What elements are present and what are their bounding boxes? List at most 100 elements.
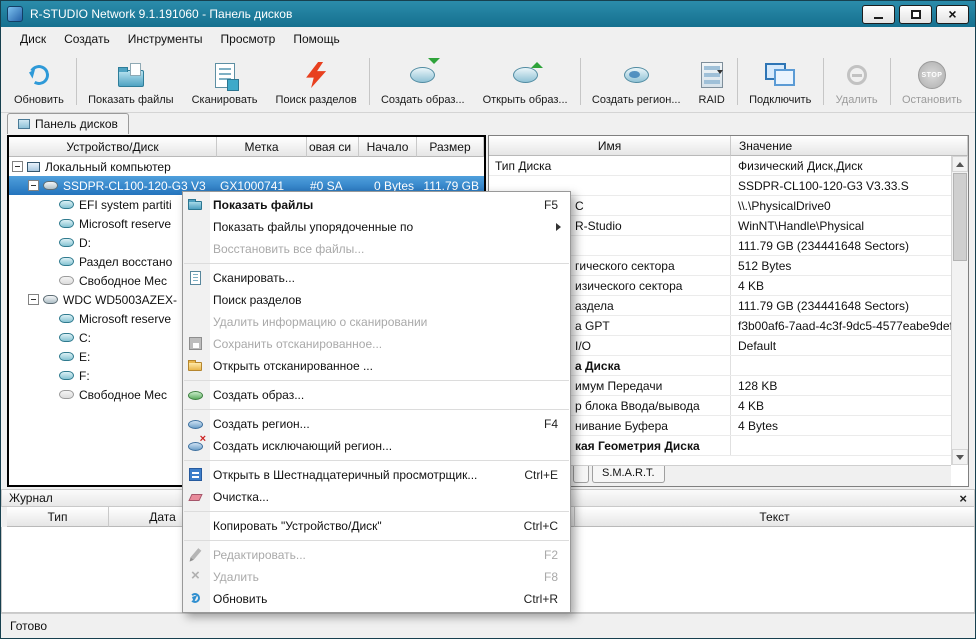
app-window: R-STUDIO Network 9.1.191060 - Панель дис…	[0, 0, 976, 639]
toolbar-button-search-partitions[interactable]: Поиск разделов	[268, 53, 365, 110]
connect-icon	[765, 63, 796, 87]
toolbar-button-connect[interactable]: Подключить	[741, 53, 819, 110]
scrollbar-thumb[interactable]	[953, 173, 967, 261]
menu-item-show-files[interactable]: Показать файлы F5	[183, 194, 570, 216]
column-header-type[interactable]: Тип	[7, 507, 109, 527]
toolbar-button-delete: Удалить	[828, 53, 886, 110]
column-header-device[interactable]: Устройство/Диск	[9, 137, 217, 157]
log-title: Журнал	[9, 491, 53, 505]
menu-item-delete: Удалить F8	[213, 570, 558, 584]
tree-row-local-computer[interactable]: Локальный компьютер	[9, 157, 484, 176]
toolbar-label: Сканировать	[191, 94, 258, 106]
partition-icon	[59, 371, 74, 380]
menu-help[interactable]: Помощь	[284, 29, 348, 49]
computer-icon	[27, 161, 40, 172]
menu-item-scan[interactable]: Сканировать...	[183, 267, 570, 289]
column-header-start[interactable]: Начало	[359, 137, 417, 157]
toolbar-button-raid[interactable]: RAID	[691, 53, 733, 110]
menu-item-search-partitions[interactable]: Поиск разделов	[183, 289, 570, 311]
search-partitions-icon	[306, 62, 327, 88]
menu-separator	[184, 511, 569, 512]
toolbar-button-refresh[interactable]: Обновить	[6, 53, 72, 110]
menu-create[interactable]: Создать	[55, 29, 119, 49]
toolbar-label: Поиск разделов	[275, 94, 357, 106]
menu-item-copy-device[interactable]: Копировать "Устройство/Диск" Ctrl+C	[183, 515, 570, 537]
toolbar-button-create-region[interactable]: Создать регион...	[584, 53, 689, 110]
column-header-value[interactable]: Значение	[731, 136, 968, 156]
menu-item-create-region[interactable]: Создать регион... F4	[183, 413, 570, 435]
open-folder-icon	[188, 360, 202, 371]
minimize-button[interactable]	[862, 4, 895, 24]
scroll-up-icon	[956, 161, 964, 167]
partition-icon	[59, 200, 74, 209]
raid-icon	[700, 62, 723, 88]
close-button[interactable]	[936, 4, 969, 24]
column-header-text[interactable]: Текст	[575, 507, 975, 527]
maximize-icon	[910, 9, 921, 19]
toolbar-button-open-image[interactable]: Открыть образ...	[475, 53, 576, 110]
toolbar-button-show-files[interactable]: Показать файлы	[80, 53, 181, 110]
menu-item-erase[interactable]: Очистка...	[183, 486, 570, 508]
prop-row-disk-type: Тип Диска Физический Диск,Диск	[489, 156, 968, 176]
collapse-expander-icon[interactable]	[28, 294, 39, 305]
collapse-expander-icon[interactable]	[12, 161, 23, 172]
toolbar-button-create-image[interactable]: Создать образ...	[373, 53, 473, 110]
menu-item-open-scan-info[interactable]: Открыть отсканированное ...	[183, 355, 570, 377]
status-bar: Готово	[1, 613, 975, 638]
collapse-expander-icon[interactable]	[28, 180, 39, 191]
device-label: Microsoft reserve	[79, 216, 172, 231]
menu-item-create-exclusive-region[interactable]: Создать исключающий регион...	[183, 433, 570, 457]
free-space-icon	[59, 276, 74, 285]
context-menu: Показать файлы F5 Показать файлы упорядо…	[182, 191, 571, 613]
eraser-icon	[188, 494, 203, 501]
menu-tools[interactable]: Инструменты	[119, 29, 212, 49]
create-region-icon	[623, 67, 649, 83]
column-header-filesystem[interactable]: овая си	[307, 137, 359, 157]
toolbar-label: Удалить	[835, 94, 878, 106]
scroll-up-button[interactable]	[952, 156, 968, 172]
tab-properties[interactable]	[573, 466, 589, 483]
toolbar-button-scan[interactable]: Сканировать	[184, 53, 266, 110]
partition-icon	[59, 238, 74, 247]
menu-item-create-image[interactable]: Создать образ...	[183, 384, 570, 406]
maximize-button[interactable]	[899, 4, 932, 24]
properties-header: Имя Значение	[489, 136, 968, 156]
disk-icon	[43, 295, 58, 304]
partition-icon	[59, 314, 74, 323]
device-label: Раздел восстано	[79, 254, 173, 269]
disk-panel-icon	[18, 119, 30, 129]
partition-icon	[59, 257, 74, 266]
device-label: Локальный компьютер	[45, 159, 171, 174]
device-label: Свободное Мес	[79, 387, 167, 402]
refresh-icon	[26, 62, 52, 88]
menu-item-open-hex-viewer[interactable]: Открыть в Шестнадцатеричный просмотрщик.…	[183, 464, 570, 486]
device-label: WDC WD5003AZEX-	[63, 292, 178, 307]
column-header-size[interactable]: Размер	[417, 137, 484, 157]
column-header-label[interactable]: Метка	[217, 137, 307, 157]
scroll-down-button[interactable]	[952, 449, 968, 465]
toolbar-label: RAID	[698, 94, 725, 106]
vertical-scrollbar[interactable]	[951, 156, 968, 465]
raid-dropdown-arrow-icon[interactable]	[716, 70, 723, 74]
device-label: Свободное Мес	[79, 273, 167, 288]
device-label: D:	[79, 235, 91, 250]
column-header-name[interactable]: Имя	[489, 136, 731, 156]
menu-item-refresh[interactable]: Обновить Ctrl+R	[183, 588, 570, 610]
menu-item-show-files-sorted-by[interactable]: Показать файлы упорядоченные по	[183, 216, 570, 238]
toolbar-label: Открыть образ...	[482, 94, 568, 106]
toolbar-label: Создать регион...	[591, 94, 681, 106]
folder-icon	[188, 199, 202, 210]
tab-label: Панель дисков	[35, 117, 118, 131]
menu-separator	[184, 409, 569, 410]
menu-disk[interactable]: Диск	[11, 29, 55, 49]
partition-icon	[59, 219, 74, 228]
partition-icon	[59, 352, 74, 361]
tab-smart[interactable]: S.M.A.R.T.	[592, 466, 665, 483]
tab-disk-panel[interactable]: Панель дисков	[7, 113, 129, 134]
device-tree-header: Устройство/Диск Метка овая си Начало Раз…	[9, 137, 484, 157]
open-image-icon	[512, 62, 543, 83]
toolbar-label: Показать файлы	[88, 94, 174, 106]
menu-view[interactable]: Просмотр	[212, 29, 285, 49]
save-icon	[189, 337, 202, 350]
log-close-icon[interactable]	[959, 492, 967, 505]
